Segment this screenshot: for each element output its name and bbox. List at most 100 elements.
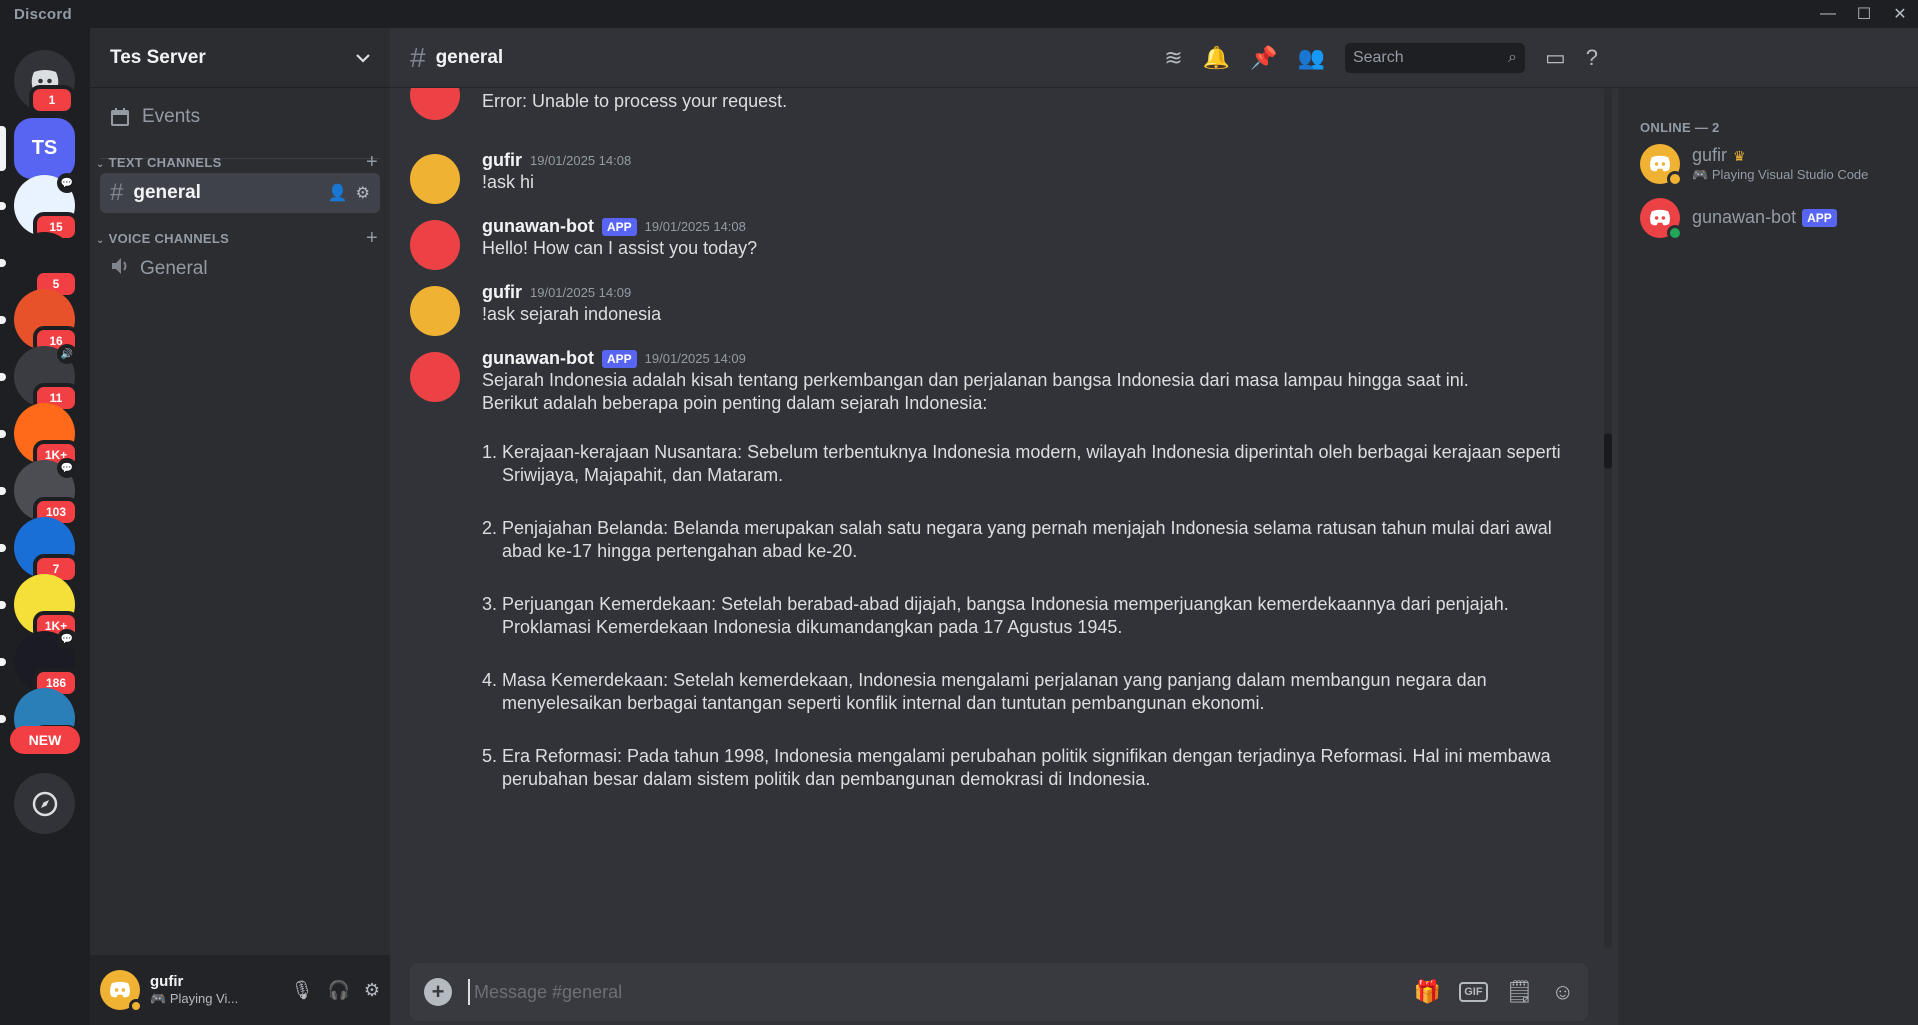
channel-sidebar: Tes Server Events ⌄ TEXT CHANNELS + # ge… — [90, 28, 390, 1025]
message-input[interactable]: Message #general — [468, 979, 1414, 1005]
unread-dot — [0, 658, 6, 666]
unread-dot — [0, 715, 6, 723]
message-author[interactable]: gufir — [482, 150, 522, 171]
avatar — [1640, 198, 1683, 241]
message-author[interactable]: gufir — [482, 282, 522, 303]
channel-voice-general[interactable]: General — [100, 249, 380, 289]
home-unread-badge: 1 — [29, 85, 75, 115]
scrollbar-thumb[interactable] — [1604, 433, 1612, 469]
member-item[interactable]: gunawan-bot APP — [1640, 198, 1837, 241]
close-icon[interactable]: ✕ — [1882, 0, 1918, 28]
message: Error: Unable to process your request. — [410, 88, 1578, 120]
explore-button[interactable] — [14, 773, 75, 834]
member-activity: Playing Visual Studio Code — [1711, 167, 1869, 182]
add-channel-icon[interactable]: + — [366, 227, 378, 250]
avatar[interactable] — [410, 88, 460, 120]
message-text: Sejarah Indonesia adalah kisah tentang p… — [482, 370, 1469, 390]
discord-avatar-icon — [1650, 155, 1670, 172]
list-item: 5. Era Reformasi: Pada tahun 1998, Indone… — [482, 746, 1551, 789]
invite-icon[interactable]: 👤 — [328, 183, 348, 203]
message-author[interactable]: gunawan-bot — [482, 216, 594, 237]
microphone-icon[interactable]: 🎙 — [291, 980, 314, 1001]
server-icon-6[interactable]: 1K+ — [14, 403, 79, 470]
member-category: ONLINE — 2 — [1640, 120, 1720, 135]
pin-icon[interactable]: 📌 — [1250, 45, 1277, 71]
member-item[interactable]: gufir ♛ 🎮 Playing Visual Studio Code — [1640, 144, 1869, 187]
app-title: Discord — [14, 5, 72, 23]
category-voice-channels[interactable]: ⌄ VOICE CHANNELS + — [96, 227, 378, 250]
server-name: Tes Server — [110, 46, 206, 68]
message-text: !ask sejarah indonesia — [482, 304, 662, 324]
message-text: !ask hi — [482, 172, 535, 192]
channel-name: general — [133, 182, 201, 203]
help-icon[interactable]: ? — [1586, 45, 1598, 71]
avatar[interactable] — [100, 970, 143, 1013]
server-icon-3[interactable]: 5 — [14, 232, 79, 299]
home-button[interactable]: 1 — [14, 50, 75, 115]
add-attachment-icon[interactable]: + — [424, 978, 452, 1006]
channel-general[interactable]: # general 👤 ⚙ — [100, 173, 380, 213]
member-name: gufir — [1692, 145, 1728, 166]
headphones-icon[interactable]: 🎧 — [327, 980, 349, 1001]
server-icon-8[interactable]: 7 — [14, 517, 79, 584]
search-placeholder: Search — [1352, 49, 1404, 66]
message-text: Berikut adalah beberapa poin penting dal… — [482, 393, 988, 413]
message-timestamp: 19/01/2025 14:09 — [530, 285, 632, 300]
category-text-channels[interactable]: ⌄ TEXT CHANNELS + — [96, 151, 378, 174]
avatar[interactable] — [410, 286, 460, 336]
server-icon-7[interactable]: 103 💬 — [14, 458, 79, 527]
threads-icon[interactable]: ≋ — [1164, 45, 1182, 71]
list-item: 2. Penjajahan Belanda: Belanda merupakan … — [482, 518, 1552, 561]
message-text: Hello! How can I assist you today? — [482, 238, 758, 258]
list-item: 1. Kerajaan-kerajaan Nusantara: Sebelum t… — [482, 442, 1561, 485]
message-author[interactable]: gunawan-bot — [482, 348, 594, 369]
unread-dot — [0, 601, 6, 609]
gif-button[interactable]: GIF — [1459, 982, 1488, 1002]
inbox-icon[interactable]: ▭ — [1545, 45, 1566, 71]
crown-icon: ♛ — [1733, 147, 1746, 164]
add-channel-icon[interactable]: + — [366, 151, 378, 174]
new-servers-badge[interactable]: NEW — [10, 726, 80, 754]
list-item: 4. Masa Kemerdekaan: Setelah kemerdekaan,… — [482, 670, 1487, 713]
message-timestamp: 19/01/2025 14:09 — [644, 351, 746, 366]
scrollbar-track[interactable] — [1604, 88, 1612, 948]
activity-icon: 💬 — [57, 629, 77, 649]
gift-icon[interactable]: 🎁 — [1414, 979, 1441, 1005]
user-name: gufir — [150, 972, 184, 990]
server-icon-1[interactable]: TS — [14, 118, 75, 179]
history-points-list: 1. Kerajaan-kerajaan Nusantara: Sebelum t… — [482, 441, 1578, 791]
bell-icon[interactable]: 🔔 — [1203, 45, 1230, 71]
maximize-icon[interactable]: ☐ — [1846, 0, 1882, 28]
avatar[interactable] — [410, 220, 460, 270]
server-header[interactable]: Tes Server — [90, 28, 390, 88]
avatar — [1640, 144, 1683, 187]
server-icon-10[interactable]: 186 💬 — [14, 629, 79, 698]
server-icon-9[interactable]: 1K+ — [14, 574, 79, 641]
unread-dot — [0, 259, 6, 267]
members-icon[interactable]: 👥 — [1298, 45, 1325, 71]
status-idle-icon — [1667, 171, 1683, 187]
gear-icon[interactable]: ⚙ — [356, 183, 370, 203]
search-input[interactable]: Search ⌕ — [1344, 43, 1525, 73]
sticker-icon[interactable]: 🗒 — [1506, 979, 1534, 1005]
events-link[interactable]: Events — [110, 106, 200, 128]
hashtag-icon: # — [410, 41, 426, 73]
server-icon-2[interactable]: 15 💬 — [14, 173, 79, 242]
gamepad-icon: 🎮 — [150, 991, 167, 1007]
server-icon-4[interactable]: 16 — [14, 289, 79, 356]
settings-gear-icon[interactable]: ⚙ — [364, 980, 380, 1001]
chevron-down-icon — [356, 47, 370, 69]
server-icon-5[interactable]: 11 🔊 — [14, 344, 79, 413]
minimize-icon[interactable]: — — [1810, 0, 1846, 28]
emoji-icon[interactable]: ☺ — [1552, 979, 1574, 1005]
app-badge: APP — [1802, 208, 1837, 228]
title-bar: Discord — ☐ ✕ — [0, 0, 1918, 28]
avatar[interactable] — [410, 154, 460, 204]
compass-icon — [32, 791, 57, 816]
speaker-icon — [110, 257, 130, 281]
avatar[interactable] — [410, 352, 460, 402]
list-item: 3. Perjuangan Kemerdekaan: Setelah beraba… — [482, 594, 1509, 637]
activity-icon: 💬 — [57, 173, 77, 193]
member-list: ONLINE — 2 gufir ♛ 🎮 Playing Visual Studi… — [1618, 88, 1918, 1025]
unread-dot — [0, 544, 6, 552]
